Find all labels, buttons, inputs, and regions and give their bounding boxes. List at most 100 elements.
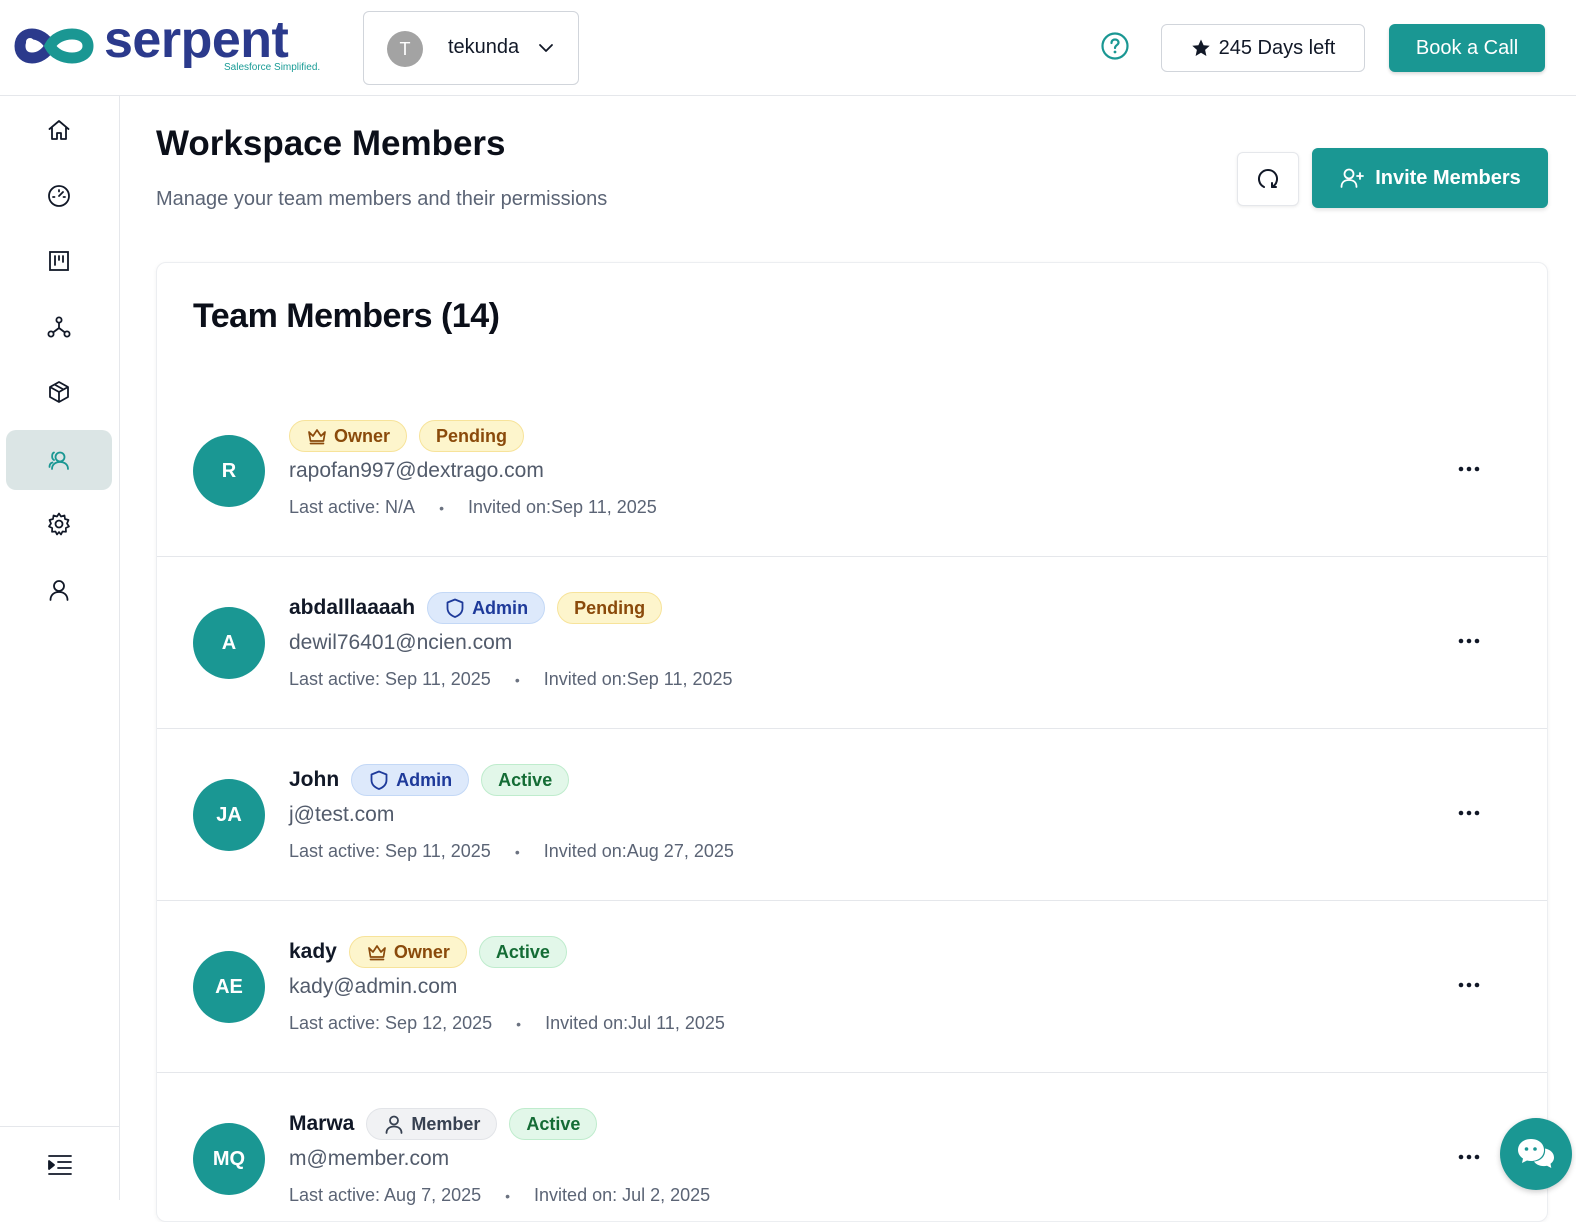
collapse-sidebar-icon[interactable] — [46, 1151, 74, 1179]
user-plus-icon — [1340, 168, 1365, 188]
package-cube-icon — [49, 381, 69, 403]
member-row[interactable]: R Owner Pending rapofan997@dextrago.com … — [157, 385, 1547, 557]
sidebar-item-home[interactable] — [6, 100, 112, 160]
user-icon — [49, 580, 69, 601]
chat-bubbles-icon — [1518, 1139, 1554, 1168]
book-call-button[interactable]: Book a Call — [1389, 24, 1545, 72]
last-active: Last active: Sep 11, 2025 — [289, 841, 491, 861]
team-members-card: Team Members (14) R Owner Pending rapofa… — [156, 262, 1548, 1222]
status-badge: Pending — [557, 592, 663, 624]
more-actions-button[interactable] — [1453, 797, 1485, 829]
role-badge: Member — [366, 1108, 498, 1140]
logo-tagline: Salesforce Simplified. — [224, 62, 321, 73]
workspace-avatar: T — [387, 31, 423, 67]
workspace-name: tekunda — [448, 36, 520, 58]
member-email: rapofan997@dextrago.com — [289, 459, 544, 482]
more-horizontal-icon — [1458, 466, 1480, 472]
last-active: Last active: N/A — [289, 497, 416, 517]
sidebar-item-packages[interactable] — [6, 362, 112, 422]
sidebar-item-network[interactable] — [6, 297, 112, 357]
refresh-button[interactable] — [1237, 152, 1299, 206]
sidebar-item-profile[interactable] — [6, 560, 112, 620]
more-actions-button[interactable] — [1453, 1141, 1485, 1173]
role-badge: Admin — [427, 592, 546, 624]
workspace-switcher[interactable]: T tekunda — [363, 11, 579, 85]
role-badge: Owner — [289, 420, 408, 452]
serpent-logo[interactable]: serpent Salesforce Simplified. — [14, 11, 324, 76]
chat-widget-button[interactable] — [1500, 1118, 1572, 1190]
sidebar-nav — [0, 96, 120, 1200]
member-meta: Last active: Sep 12, 2025 • Invited on:J… — [289, 1013, 725, 1034]
member-email: m@member.com — [289, 1147, 450, 1170]
more-actions-button[interactable] — [1453, 969, 1485, 1001]
more-actions-button[interactable] — [1453, 453, 1485, 485]
member-name: John — [289, 768, 340, 791]
member-avatar: A — [193, 607, 265, 679]
role-label: Owner — [334, 425, 391, 446]
meta-separator: • — [514, 843, 520, 860]
invited-date: Invited on:Aug 27, 2025 — [543, 841, 734, 861]
sidebar-item-board[interactable] — [6, 231, 112, 291]
trial-days-button[interactable]: 245 Days left — [1161, 24, 1365, 72]
invited-date: Invited on:Sep 11, 2025 — [467, 497, 657, 517]
sidebar-item-members[interactable] — [6, 430, 112, 490]
card-title: Team Members (14) — [193, 297, 500, 335]
help-circle-icon[interactable] — [1100, 31, 1130, 61]
status-badge: Active — [481, 764, 570, 796]
member-header-line: kady Owner Active — [289, 935, 567, 969]
member-avatar: AE — [193, 951, 265, 1023]
sidebar-item-dashboard[interactable] — [6, 166, 112, 226]
days-left-label: 245 Days left — [1218, 36, 1336, 59]
more-horizontal-icon — [1458, 638, 1480, 644]
member-header-line: Owner Pending — [289, 419, 525, 453]
logo-wordmark: serpent — [104, 11, 289, 69]
member-name: Marwa — [289, 1112, 355, 1135]
invite-members-label: Invite Members — [1375, 166, 1521, 189]
shield-icon — [446, 598, 464, 618]
member-email: dewil76401@ncien.com — [289, 631, 513, 654]
member-header-line: John Admin Active — [289, 763, 570, 797]
invite-members-button[interactable]: Invite Members — [1312, 148, 1548, 208]
gear-icon — [48, 512, 70, 536]
member-row[interactable]: A abdalllaaaah Admin Pending dewil76401@… — [157, 557, 1547, 729]
member-meta: Last active: Sep 11, 2025 • Invited on:A… — [289, 841, 734, 862]
member-row[interactable]: AE kady Owner Active kady@admin.com Last… — [157, 901, 1547, 1073]
more-horizontal-icon — [1458, 1154, 1480, 1160]
kanban-board-icon — [49, 251, 69, 271]
meta-separator: • — [516, 1015, 522, 1032]
member-meta: Last active: Aug 7, 2025 • Invited on: J… — [289, 1185, 710, 1206]
member-avatar: R — [193, 435, 265, 507]
member-email: kady@admin.com — [289, 975, 458, 998]
role-label: Owner — [393, 941, 450, 962]
status-badge: Active — [509, 1108, 598, 1140]
member-header-line: abdalllaaaah Admin Pending — [289, 591, 663, 625]
role-badge: Owner — [348, 936, 467, 968]
sidebar-footer — [0, 1126, 119, 1200]
member-header-line: Marwa Member Active — [289, 1107, 598, 1141]
member-meta: Last active: Sep 11, 2025 • Invited on:S… — [289, 669, 733, 690]
meta-separator: • — [505, 1187, 511, 1204]
more-horizontal-icon — [1458, 810, 1480, 816]
member-email: j@test.com — [289, 803, 395, 826]
logo-mark-icon — [14, 28, 94, 64]
member-avatar: JA — [193, 779, 265, 851]
status-badge: Pending — [419, 420, 525, 452]
member-row[interactable]: JA John Admin Active j@test.com Last act… — [157, 729, 1547, 901]
role-label: Admin — [472, 597, 529, 618]
role-label: Admin — [396, 769, 453, 790]
home-icon — [48, 120, 70, 140]
more-actions-button[interactable] — [1453, 625, 1485, 657]
page-title: Workspace Members — [156, 124, 506, 163]
refresh-icon — [1258, 168, 1278, 188]
invited-date: Invited on:Sep 11, 2025 — [543, 669, 733, 689]
more-horizontal-icon — [1458, 982, 1480, 988]
member-name: kady — [289, 940, 337, 963]
sidebar-item-settings[interactable] — [6, 494, 112, 554]
dashboard-gauge-icon — [48, 185, 70, 207]
meta-separator: • — [439, 499, 444, 516]
member-name: abdalllaaaah — [289, 596, 416, 619]
member-meta: Last active: N/A • Invited on:Sep 11, 20… — [289, 497, 657, 518]
crown-icon — [368, 945, 386, 961]
role-label: Member — [411, 1113, 481, 1134]
top-header: serpent Salesforce Simplified. T tekunda… — [0, 0, 1576, 96]
